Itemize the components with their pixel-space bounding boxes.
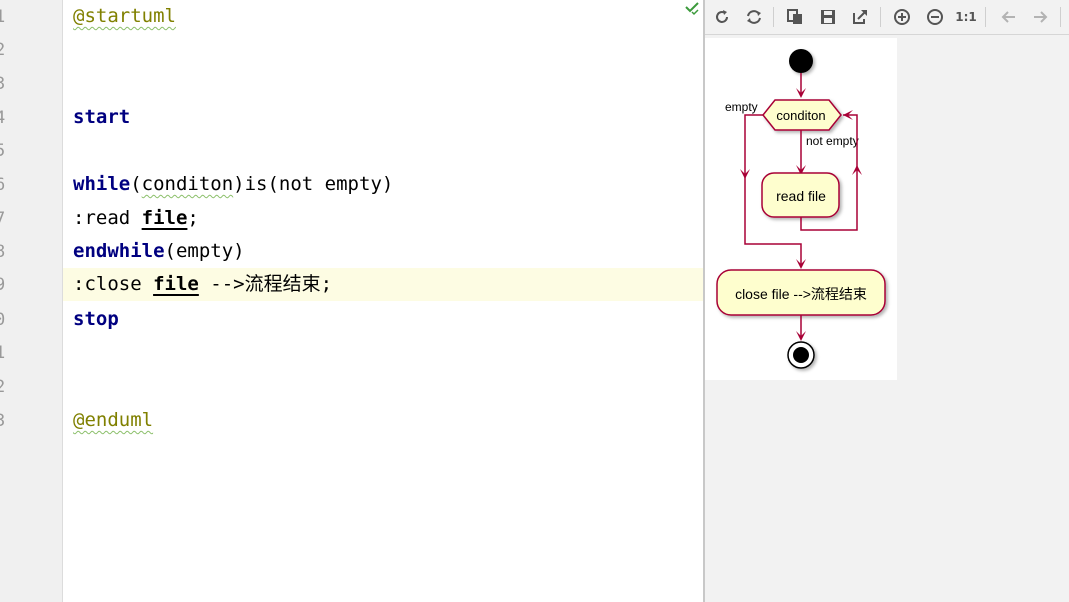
actual-size-button[interactable]: 1:1 [955,6,977,28]
decision-label: conditon [776,108,825,123]
check-icon [685,2,699,16]
stop-node-inner [793,347,809,363]
toolbar-separator [773,7,774,27]
code-line-6[interactable]: while(conditon)is(not empty) [63,168,703,201]
activity-diagram: conditon empty not empty read file close… [716,49,886,369]
line-number: 2 [0,377,6,397]
code-editor[interactable]: 1 2 3 4 5 6 7 8 9 0 1 2 3 @startuml start while(cond… [0,0,703,602]
zoom-out-icon[interactable] [924,6,946,28]
line-number: 3 [0,74,6,94]
line-number: 1 [0,7,6,27]
not-empty-label: not empty [806,134,859,148]
code-line-7[interactable]: :read file; [63,202,703,235]
empty-label: empty [725,100,758,114]
back-icon[interactable] [997,6,1019,28]
code-line-8[interactable]: endwhile(empty) [63,235,703,268]
read-file-label: read file [776,188,826,204]
line-number: 5 [0,141,6,161]
line-number: 8 [0,242,6,262]
line-number: 7 [0,209,6,229]
refresh-icon[interactable] [711,6,733,28]
diagram-canvas: conditon empty not empty read file close… [705,38,897,380]
line-number: 3 [0,411,6,431]
code-line-9-current[interactable]: :close file -->流程结束; [63,268,703,301]
copy-icon[interactable] [784,6,806,28]
code-area[interactable]: @startuml start while(conditon)is(not em… [63,0,703,602]
close-file-label: close file -->流程结束 [735,286,867,302]
save-icon[interactable] [817,6,839,28]
line-number: 2 [0,40,6,60]
plantuml-preview-panel: 1:1 conditon empty not empty read file c… [705,0,1069,602]
code-line-4[interactable]: start [63,101,703,134]
preview-toolbar: 1:1 [705,0,1069,35]
forward-icon[interactable] [1030,6,1052,28]
line-number: 4 [0,108,6,128]
code-line-10[interactable]: stop [63,303,703,336]
open-external-icon[interactable] [849,6,871,28]
line-number-gutter: 1 2 3 4 5 6 7 8 9 0 1 2 3 [0,0,63,602]
zoom-in-icon[interactable] [891,6,913,28]
toolbar-separator [985,7,986,27]
line-number: 0 [0,310,6,330]
start-node [789,49,813,73]
code-line-13[interactable]: @enduml [63,404,703,437]
toolbar-separator [880,7,881,27]
line-number: 9 [0,275,6,295]
sync-icon[interactable] [743,6,765,28]
code-line-1[interactable]: @startuml [63,0,703,33]
line-number: 1 [0,343,6,363]
toolbar-separator [1060,7,1061,27]
line-number: 6 [0,175,6,195]
